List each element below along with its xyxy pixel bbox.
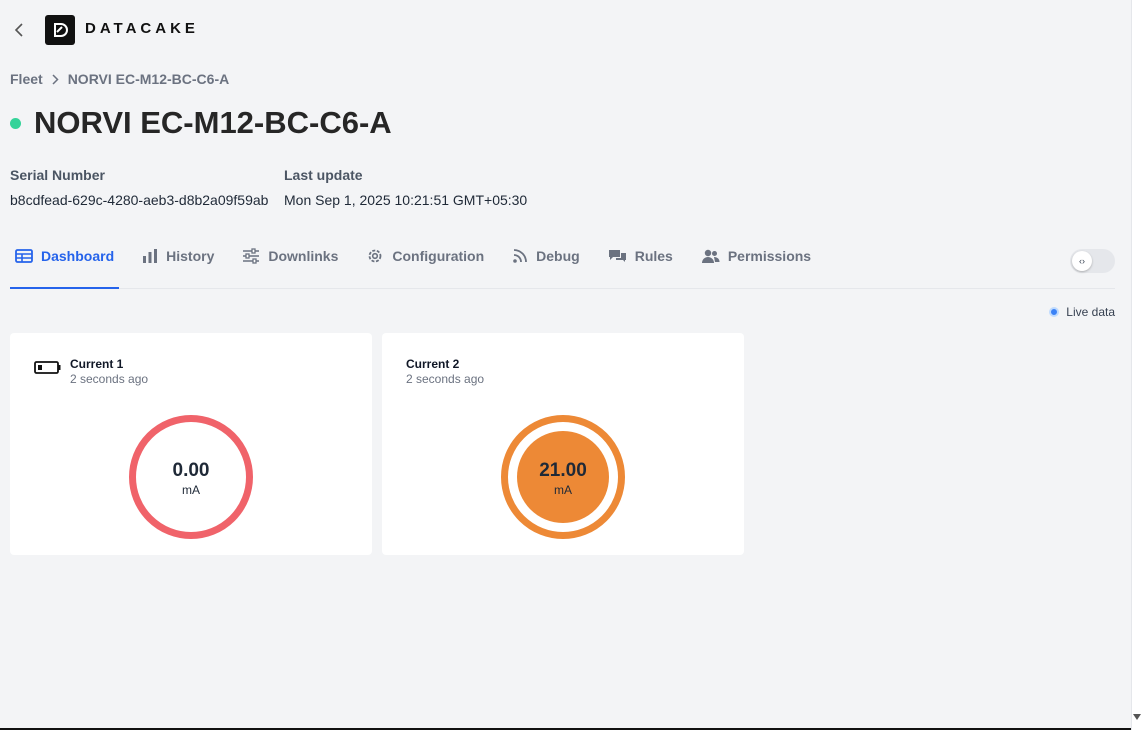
breadcrumb: Fleet NORVI EC-M12-BC-C6-A (10, 71, 229, 87)
datacake-logo-icon[interactable] (45, 15, 75, 45)
widget-timestamp: 2 seconds ago (70, 372, 149, 386)
gauge-value: 0.00 (172, 460, 210, 481)
tab-debug[interactable]: Debug (507, 240, 585, 288)
widget-title: Current 1 (70, 357, 124, 371)
tab-rules-label: Rules (634, 248, 673, 264)
scroll-down-arrow-icon[interactable] (1133, 714, 1141, 720)
last-update-block: Last update Mon Sep 1, 2025 10:21:51 GMT… (284, 167, 527, 208)
title-row: NORVI EC-M12-BC-C6-A (10, 105, 392, 141)
sliders-icon (242, 248, 260, 264)
last-update-label: Last update (284, 167, 363, 183)
widget-title: Current 2 (406, 357, 460, 371)
breadcrumb-current[interactable]: NORVI EC-M12-BC-C6-A (68, 71, 230, 87)
tab-permissions-label: Permissions (727, 248, 812, 264)
tab-history-label: History (166, 248, 215, 264)
top-bar: DATACAKE (0, 0, 1130, 58)
tab-downlinks[interactable]: Downlinks (237, 240, 343, 288)
widget-current-1: Current 1 2 seconds ago 0.00 mA (10, 333, 372, 555)
tab-bar: Dashboard History Downlinks Configuratio… (10, 240, 1115, 289)
live-data-dot (1049, 307, 1060, 317)
gauge-value: 21.00 (539, 460, 587, 481)
tab-configuration[interactable]: Configuration (361, 240, 489, 288)
gear-icon (366, 247, 384, 265)
chevron-left-icon (14, 23, 23, 37)
widget-current-2: Current 2 2 seconds ago 21.00 mA (382, 333, 744, 555)
table-icon (15, 249, 33, 263)
widget-header: Current 2 2 seconds ago (406, 357, 484, 386)
back-button[interactable] (10, 20, 28, 40)
serial-number-value: b8cdfead-629c-4280-aeb3-d8b2a09f59ab (10, 192, 269, 208)
gauge-unit: mA (182, 483, 200, 497)
tab-dashboard[interactable]: Dashboard (10, 240, 120, 289)
chevron-right-icon (52, 73, 59, 85)
chat-icon (608, 248, 627, 264)
serial-number-label: Serial Number (10, 167, 105, 183)
last-update-value: Mon Sep 1, 2025 10:21:51 GMT+05:30 (284, 192, 528, 208)
users-icon (701, 248, 720, 264)
page-title: NORVI EC-M12-BC-C6-A (34, 105, 392, 140)
scrollbar[interactable] (1131, 0, 1142, 730)
tab-permissions[interactable]: Permissions (696, 240, 816, 288)
tab-dashboard-label: Dashboard (41, 248, 115, 264)
online-status-dot (10, 117, 21, 129)
code-icon: ‹› (1072, 251, 1092, 271)
tab-debug-label: Debug (536, 248, 580, 264)
live-data-label: Live data (1066, 305, 1115, 319)
rss-icon (512, 248, 528, 264)
tab-downlinks-label: Downlinks (268, 248, 339, 264)
tab-configuration-label: Configuration (392, 248, 485, 264)
bar-chart-icon (142, 248, 158, 264)
battery-icon (34, 357, 70, 374)
breadcrumb-fleet-link[interactable]: Fleet (10, 71, 43, 87)
code-view-toggle[interactable]: ‹› (1070, 249, 1115, 273)
current-1-gauge: 0.00 mA (129, 415, 253, 539)
logo-text[interactable]: DATACAKE (85, 20, 199, 37)
serial-number-block: Serial Number b8cdfead-629c-4280-aeb3-d8… (10, 167, 268, 208)
tab-rules[interactable]: Rules (603, 240, 678, 288)
current-2-gauge: 21.00 mA (501, 415, 625, 539)
widget-timestamp: 2 seconds ago (406, 372, 485, 386)
tab-history[interactable]: History (137, 240, 219, 288)
widget-header: Current 1 2 seconds ago (34, 357, 148, 386)
live-data-indicator: Live data (1049, 305, 1115, 319)
gauge-unit: mA (554, 483, 572, 497)
